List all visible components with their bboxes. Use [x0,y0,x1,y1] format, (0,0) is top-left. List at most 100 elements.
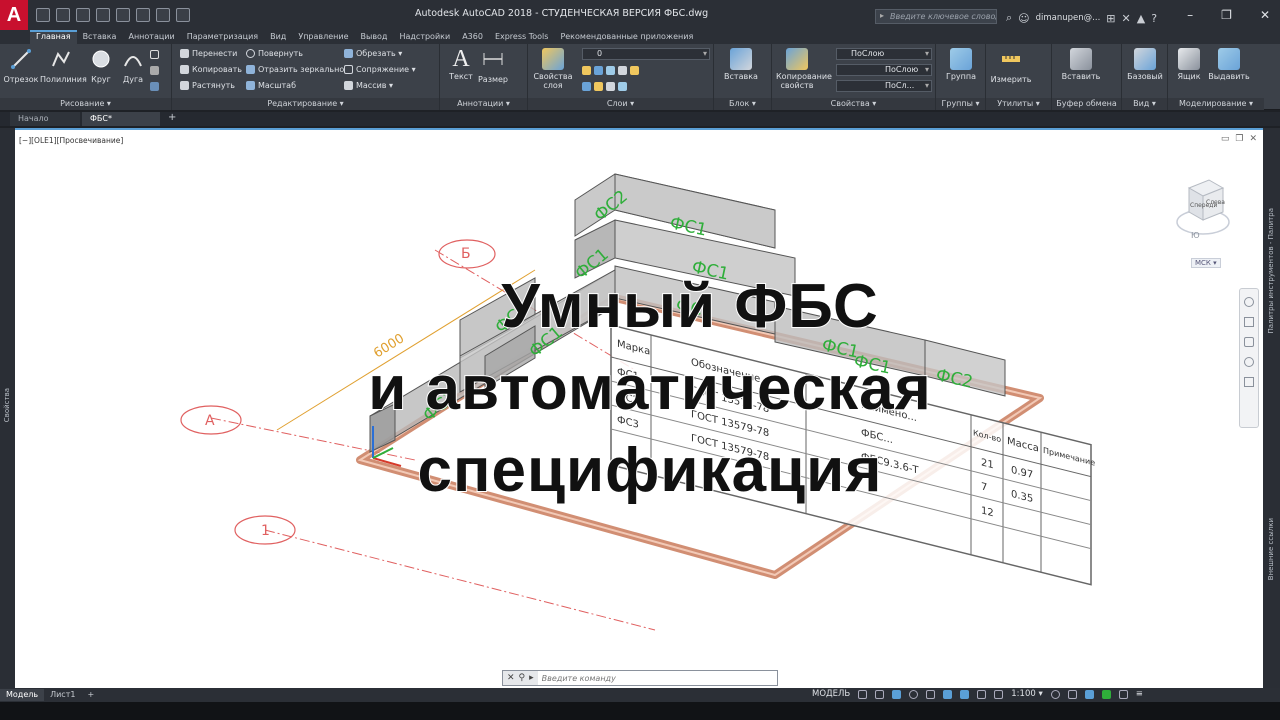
tab-a360[interactable]: A360 [456,30,489,44]
layer-off-icon[interactable] [582,66,591,75]
tab-express-tools[interactable]: Express Tools [489,30,555,44]
linetype-dropdown[interactable]: ПоСлою [836,64,932,76]
trim-button[interactable]: Обрезать ▾ [344,49,402,58]
new-icon[interactable] [36,8,50,22]
viewport-close-icon[interactable]: ✕ [1249,134,1257,144]
redo-icon[interactable] [156,8,170,22]
pan-icon[interactable] [1244,317,1254,327]
isolate-objects-icon[interactable] [1084,689,1094,699]
close-command-line-icon[interactable]: ✕ [507,673,515,683]
open-icon[interactable] [56,8,70,22]
polar-icon[interactable] [909,689,919,699]
annotation-scale-dropdown[interactable]: 1:100 ▾ [1011,689,1042,699]
tab-view[interactable]: Вид [264,30,292,44]
properties-palette-rail[interactable]: Свойства [0,128,15,688]
save-as-icon[interactable] [96,8,110,22]
file-tab-start[interactable]: Начало [10,112,80,126]
customize-icon[interactable]: ⚲ [519,673,526,683]
help-icon[interactable]: ? [1151,12,1157,25]
group-tool[interactable]: Группа [940,48,982,81]
line-tool[interactable]: Отрезок [0,48,42,84]
wcs-menu[interactable]: МСК ▾ [1191,258,1221,268]
panel-view-title[interactable]: Вид ▾ [1122,98,1167,110]
steering-wheel-icon[interactable] [1244,297,1254,307]
search-input[interactable]: Введите ключевое слово/фразу [875,9,997,24]
panel-block-title[interactable]: Блок ▾ [714,98,771,110]
annotation-visibility-icon[interactable] [994,689,1004,699]
binoculars-icon[interactable]: ⌕ [1006,11,1012,25]
transparency-icon[interactable] [977,689,987,699]
fillet-button[interactable]: Сопряжение ▾ [344,65,416,74]
panel-layers-title[interactable]: Слои ▾ [528,98,713,110]
hardware-acceleration-icon[interactable] [1101,689,1111,699]
model-space-button[interactable]: МОДЕЛЬ [812,689,850,699]
lineweight-icon[interactable] [960,689,970,699]
dimension-tool[interactable]: Размер [472,48,514,84]
base-view-tool[interactable]: Базовый [1124,48,1166,81]
showmotion-icon[interactable] [1244,377,1254,387]
layer-merge-icon[interactable] [606,82,615,91]
rotate-button[interactable]: Повернуть [246,49,303,58]
hatch-icon[interactable] [150,66,159,75]
print-icon[interactable] [116,8,130,22]
snap-icon[interactable] [875,689,885,699]
match-properties-tool[interactable]: Копирование свойств [776,48,832,90]
user-name[interactable]: dimanupen@... [1036,13,1101,23]
viewport-restore-icon[interactable]: ❐ [1235,134,1243,144]
copy-button[interactable]: Копировать [180,65,242,74]
undo-icon[interactable] [136,8,150,22]
insert-block-tool[interactable]: Вставка [720,48,762,81]
close-button[interactable]: ✕ [1260,8,1270,22]
polyline-tool[interactable]: Полилиния [40,48,87,84]
layer-isolate-icon[interactable] [594,66,603,75]
tab-manage[interactable]: Управление [292,30,354,44]
layer-lock-icon[interactable] [618,66,627,75]
viewport-label[interactable]: [−][OLE1][Просвечивание] [19,136,123,145]
layer-walk-icon[interactable] [594,82,603,91]
object-snap-icon[interactable] [943,689,953,699]
rectangle-icon[interactable] [150,50,159,59]
tool-palettes-rail[interactable]: Палитры инструментов - Палитра Внешние с… [1263,128,1280,688]
viewport-minimize-icon[interactable]: ▭ [1221,134,1230,144]
ortho-icon[interactable] [892,689,902,699]
mirror-button[interactable]: Отразить зеркально [246,65,344,74]
scale-button[interactable]: Масштаб [246,81,296,90]
add-layout-button[interactable]: + [81,689,100,701]
layer-previous-icon[interactable] [582,82,591,91]
customization-menu-icon[interactable]: ≡ [1136,689,1143,699]
grid-icon[interactable] [858,689,868,699]
move-button[interactable]: Перенести [180,49,237,58]
app-logo[interactable]: A [0,0,28,30]
panel-clipboard-title[interactable]: Буфер обмена [1052,98,1121,110]
isodraft-icon[interactable] [926,689,936,699]
panel-groups-title[interactable]: Группы ▾ [936,98,985,110]
zoom-icon[interactable] [1244,337,1254,347]
cart-icon[interactable]: ⊞ [1106,12,1115,25]
viewcube[interactable]: Спереди Слева Ю [1175,174,1231,244]
layer-match-icon[interactable] [630,66,639,75]
minimize-button[interactable]: – [1187,8,1193,22]
layer-dropdown[interactable]: 0 [582,48,710,60]
box-tool[interactable]: Ящик [1168,48,1210,81]
panel-utilities-title[interactable]: Утилиты ▾ [986,98,1051,110]
tab-addins[interactable]: Надстройки [393,30,456,44]
paste-tool[interactable]: Вставить [1060,48,1102,81]
color-dropdown[interactable]: ПоСлою [836,48,932,60]
orbit-icon[interactable] [1244,357,1254,367]
save-icon[interactable] [76,8,90,22]
file-tab-fbs[interactable]: ФБС* [82,112,160,126]
array-button[interactable]: Массив ▾ [344,81,393,90]
exchange-icon[interactable]: ✕ [1122,12,1131,25]
tab-annotate[interactable]: Аннотации [122,30,180,44]
layer-freeze-icon[interactable] [606,66,615,75]
panel-annotation-title[interactable]: Аннотации ▾ [440,98,527,110]
arc-tool[interactable]: Дуга [112,48,154,84]
layer-properties-tool[interactable]: Свойства слоя [532,48,574,90]
tab-home[interactable]: Главная [30,30,77,44]
extrude-tool[interactable]: Выдавить [1208,48,1250,81]
measure-tool[interactable]: Измерить [990,48,1032,84]
clean-screen-icon[interactable] [1118,689,1128,699]
layer-delete-icon[interactable] [618,82,627,91]
recent-commands-icon[interactable]: ▸ [529,673,534,683]
tab-output[interactable]: Вывод [355,30,394,44]
